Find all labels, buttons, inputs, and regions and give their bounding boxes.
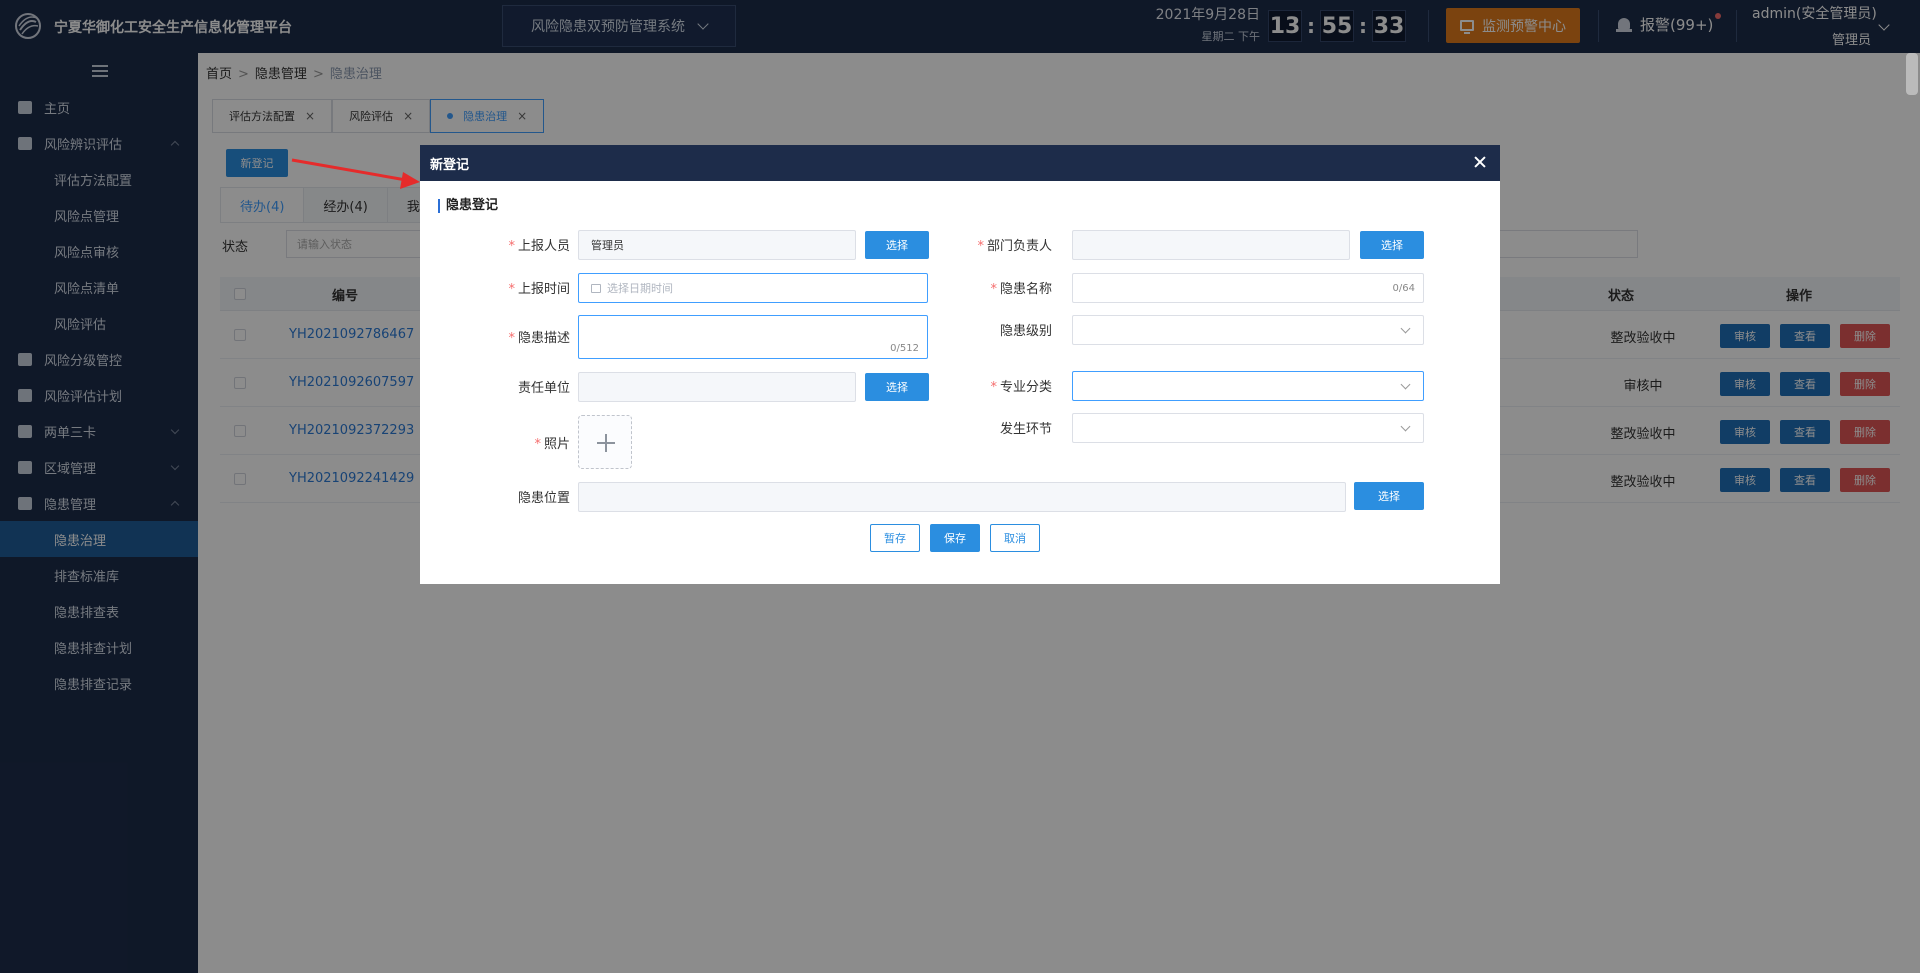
description-textarea[interactable]: 0/512 <box>578 315 928 359</box>
dialog-title: 新登记 <box>430 157 470 173</box>
hazard-name-counter: 0/64 <box>1392 282 1415 294</box>
select-location-button[interactable]: 选择 <box>1354 482 1424 510</box>
temp-save-button[interactable]: 暂存 <box>870 524 920 552</box>
select-dept-head-button[interactable]: 选择 <box>1360 231 1424 259</box>
photo-label: * 照片 <box>534 437 570 452</box>
reporter-label: * 上报人员 <box>508 239 570 254</box>
new-register-dialog: 新登记 隐患登记 * 上报人员 管理员 选择 * 上报时间 选择日期时间 * 隐患描述… <box>420 145 1500 584</box>
calendar-icon <box>591 283 601 293</box>
hazard-level-select[interactable] <box>1072 315 1424 345</box>
reporter-field[interactable]: 管理员 <box>578 230 856 260</box>
report-time-picker[interactable]: 选择日期时间 <box>578 273 928 303</box>
chevron-down-icon <box>1400 421 1411 432</box>
report-time-label: * 上报时间 <box>508 282 570 297</box>
photo-upload-plus-icon[interactable] <box>578 415 632 469</box>
category-select[interactable] <box>1072 371 1424 401</box>
select-reporter-button[interactable]: 选择 <box>865 231 929 259</box>
stage-label: 发生环节 <box>999 422 1052 437</box>
hazard-level-label: 隐患级别 <box>999 324 1052 339</box>
dept-head-label: * 部门负责人 <box>977 239 1052 254</box>
dialog-header: 新登记 <box>420 145 1500 181</box>
responsible-unit-field[interactable] <box>578 372 856 402</box>
responsible-unit-label: 责任单位 <box>517 381 570 396</box>
category-label: * 专业分类 <box>990 380 1052 395</box>
description-counter: 0/512 <box>890 343 919 354</box>
dept-head-field[interactable] <box>1072 230 1350 260</box>
select-unit-button[interactable]: 选择 <box>865 373 929 401</box>
stage-select[interactable] <box>1072 413 1424 443</box>
location-field[interactable] <box>578 482 1346 512</box>
report-time-placeholder: 选择日期时间 <box>607 282 673 295</box>
close-icon[interactable] <box>1472 154 1488 170</box>
section-title: 隐患登记 <box>438 199 498 213</box>
description-label: * 隐患描述 <box>508 331 570 346</box>
chevron-down-icon <box>1400 323 1411 334</box>
save-button[interactable]: 保存 <box>930 524 980 552</box>
cancel-button[interactable]: 取消 <box>990 524 1040 552</box>
chevron-down-icon <box>1400 379 1411 390</box>
hazard-name-label: * 隐患名称 <box>990 282 1052 297</box>
hazard-name-input[interactable]: 0/64 <box>1072 273 1424 303</box>
location-label: 隐患位置 <box>517 491 570 506</box>
